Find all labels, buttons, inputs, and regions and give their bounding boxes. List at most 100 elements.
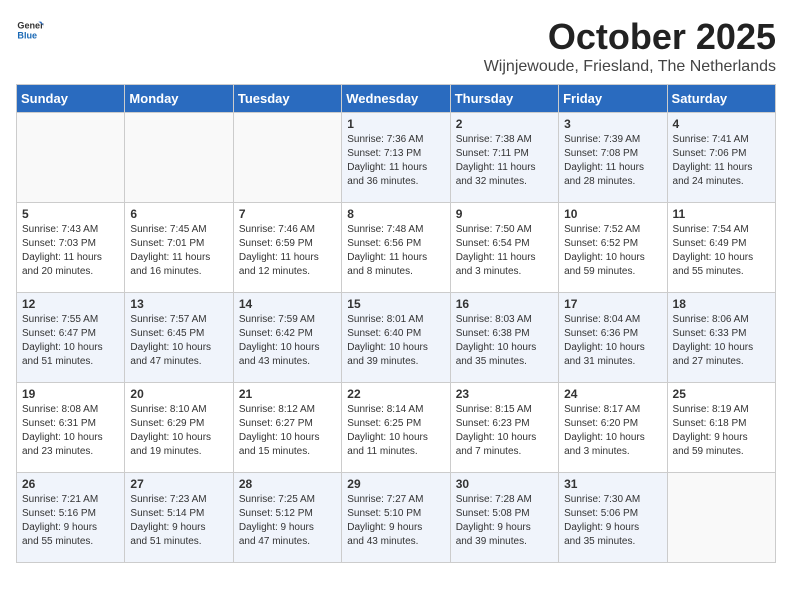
day-number: 13 xyxy=(130,297,227,311)
day-number: 3 xyxy=(564,117,661,131)
day-cell: 17 Sunrise: 8:04 AM Sunset: 6:36 PM Dayli… xyxy=(559,293,667,383)
weekday-header-thursday: Thursday xyxy=(450,85,558,113)
day-number: 9 xyxy=(456,207,553,221)
calendar-table: SundayMondayTuesdayWednesdayThursdayFrid… xyxy=(16,84,776,563)
day-number: 6 xyxy=(130,207,227,221)
day-info: Sunrise: 7:55 AM Sunset: 6:47 PM Dayligh… xyxy=(22,313,119,369)
day-info: Sunrise: 7:41 AM Sunset: 7:06 PM Dayligh… xyxy=(673,133,770,189)
day-number: 2 xyxy=(456,117,553,131)
weekday-header-wednesday: Wednesday xyxy=(342,85,450,113)
logo: General Blue xyxy=(16,16,44,44)
day-info: Sunrise: 7:27 AM Sunset: 5:10 PM Dayligh… xyxy=(347,493,444,549)
day-info: Sunrise: 8:12 AM Sunset: 6:27 PM Dayligh… xyxy=(239,403,336,459)
day-info: Sunrise: 7:23 AM Sunset: 5:14 PM Dayligh… xyxy=(130,493,227,549)
day-info: Sunrise: 7:59 AM Sunset: 6:42 PM Dayligh… xyxy=(239,313,336,369)
day-cell: 12 Sunrise: 7:55 AM Sunset: 6:47 PM Dayli… xyxy=(17,293,125,383)
day-number: 7 xyxy=(239,207,336,221)
day-info: Sunrise: 8:01 AM Sunset: 6:40 PM Dayligh… xyxy=(347,313,444,369)
day-number: 28 xyxy=(239,477,336,491)
day-number: 19 xyxy=(22,387,119,401)
day-number: 5 xyxy=(22,207,119,221)
day-info: Sunrise: 8:08 AM Sunset: 6:31 PM Dayligh… xyxy=(22,403,119,459)
day-number: 17 xyxy=(564,297,661,311)
day-cell: 23Sunrise: 8:15 AM Sunset: 6:23 PM Dayli… xyxy=(450,383,558,473)
day-cell: 22Sunrise: 8:14 AM Sunset: 6:25 PM Dayli… xyxy=(342,383,450,473)
day-cell: 30 Sunrise: 7:28 AM Sunset: 5:08 PM Dayli… xyxy=(450,473,558,563)
week-row-4: 19 Sunrise: 8:08 AM Sunset: 6:31 PM Dayli… xyxy=(17,383,776,473)
day-cell xyxy=(125,113,233,203)
day-cell: 18Sunrise: 8:06 AM Sunset: 6:33 PM Dayli… xyxy=(667,293,775,383)
logo-icon: General Blue xyxy=(16,16,44,44)
day-number: 18 xyxy=(673,297,770,311)
day-cell: 9 Sunrise: 7:50 AM Sunset: 6:54 PM Daylig… xyxy=(450,203,558,293)
day-cell: 24 Sunrise: 8:17 AM Sunset: 6:20 PM Dayli… xyxy=(559,383,667,473)
day-number: 11 xyxy=(673,207,770,221)
svg-text:Blue: Blue xyxy=(17,30,37,40)
day-number: 16 xyxy=(456,297,553,311)
day-number: 1 xyxy=(347,117,444,131)
day-cell: 20 Sunrise: 8:10 AM Sunset: 6:29 PM Dayli… xyxy=(125,383,233,473)
day-info: Sunrise: 8:03 AM Sunset: 6:38 PM Dayligh… xyxy=(456,313,553,369)
day-cell: 29 Sunrise: 7:27 AM Sunset: 5:10 PM Dayli… xyxy=(342,473,450,563)
day-info: Sunrise: 7:38 AM Sunset: 7:11 PM Dayligh… xyxy=(456,133,553,189)
day-info: Sunrise: 7:28 AM Sunset: 5:08 PM Dayligh… xyxy=(456,493,553,549)
day-cell: 5 Sunrise: 7:43 AM Sunset: 7:03 PM Daylig… xyxy=(17,203,125,293)
day-info: Sunrise: 8:14 AM Sunset: 6:25 PM Dayligh… xyxy=(347,403,444,459)
day-number: 24 xyxy=(564,387,661,401)
day-info: Sunrise: 7:50 AM Sunset: 6:54 PM Dayligh… xyxy=(456,223,553,279)
day-info: Sunrise: 8:04 AM Sunset: 6:36 PM Dayligh… xyxy=(564,313,661,369)
day-number: 12 xyxy=(22,297,119,311)
day-info: Sunrise: 7:43 AM Sunset: 7:03 PM Dayligh… xyxy=(22,223,119,279)
day-number: 20 xyxy=(130,387,227,401)
day-cell: 2 Sunrise: 7:38 AM Sunset: 7:11 PM Daylig… xyxy=(450,113,558,203)
day-number: 10 xyxy=(564,207,661,221)
day-info: Sunrise: 7:54 AM Sunset: 6:49 PM Dayligh… xyxy=(673,223,770,279)
day-number: 29 xyxy=(347,477,444,491)
day-cell: 3 Sunrise: 7:39 AM Sunset: 7:08 PM Daylig… xyxy=(559,113,667,203)
day-info: Sunrise: 7:46 AM Sunset: 6:59 PM Dayligh… xyxy=(239,223,336,279)
day-cell xyxy=(233,113,341,203)
header: General Blue October 2025 Wijnjewoude, F… xyxy=(16,16,776,76)
day-info: Sunrise: 7:36 AM Sunset: 7:13 PM Dayligh… xyxy=(347,133,444,189)
weekday-header-sunday: Sunday xyxy=(17,85,125,113)
week-row-5: 26Sunrise: 7:21 AM Sunset: 5:16 PM Dayli… xyxy=(17,473,776,563)
day-info: Sunrise: 8:10 AM Sunset: 6:29 PM Dayligh… xyxy=(130,403,227,459)
month-title: October 2025 xyxy=(484,16,776,58)
day-info: Sunrise: 8:17 AM Sunset: 6:20 PM Dayligh… xyxy=(564,403,661,459)
day-number: 4 xyxy=(673,117,770,131)
day-cell: 27 Sunrise: 7:23 AM Sunset: 5:14 PM Dayli… xyxy=(125,473,233,563)
week-row-2: 5 Sunrise: 7:43 AM Sunset: 7:03 PM Daylig… xyxy=(17,203,776,293)
day-cell: 14 Sunrise: 7:59 AM Sunset: 6:42 PM Dayli… xyxy=(233,293,341,383)
day-info: Sunrise: 7:52 AM Sunset: 6:52 PM Dayligh… xyxy=(564,223,661,279)
day-number: 30 xyxy=(456,477,553,491)
day-cell: 26Sunrise: 7:21 AM Sunset: 5:16 PM Dayli… xyxy=(17,473,125,563)
day-number: 15 xyxy=(347,297,444,311)
week-row-3: 12 Sunrise: 7:55 AM Sunset: 6:47 PM Dayli… xyxy=(17,293,776,383)
day-cell: 4 Sunrise: 7:41 AM Sunset: 7:06 PM Daylig… xyxy=(667,113,775,203)
weekday-header-saturday: Saturday xyxy=(667,85,775,113)
location-title: Wijnjewoude, Friesland, The Netherlands xyxy=(484,58,776,76)
week-row-1: 1 Sunrise: 7:36 AM Sunset: 7:13 PM Daylig… xyxy=(17,113,776,203)
day-cell: 7 Sunrise: 7:46 AM Sunset: 6:59 PM Daylig… xyxy=(233,203,341,293)
day-number: 14 xyxy=(239,297,336,311)
day-number: 21 xyxy=(239,387,336,401)
day-cell xyxy=(17,113,125,203)
day-info: Sunrise: 7:57 AM Sunset: 6:45 PM Dayligh… xyxy=(130,313,227,369)
day-number: 25 xyxy=(673,387,770,401)
day-cell: 16 Sunrise: 8:03 AM Sunset: 6:38 PM Dayli… xyxy=(450,293,558,383)
day-cell: 19 Sunrise: 8:08 AM Sunset: 6:31 PM Dayli… xyxy=(17,383,125,473)
day-info: Sunrise: 8:19 AM Sunset: 6:18 PM Dayligh… xyxy=(673,403,770,459)
day-cell: 31Sunrise: 7:30 AM Sunset: 5:06 PM Dayli… xyxy=(559,473,667,563)
day-cell: 28Sunrise: 7:25 AM Sunset: 5:12 PM Dayli… xyxy=(233,473,341,563)
title-area: October 2025 Wijnjewoude, Friesland, The… xyxy=(484,16,776,76)
day-info: Sunrise: 8:15 AM Sunset: 6:23 PM Dayligh… xyxy=(456,403,553,459)
day-cell: 10 Sunrise: 7:52 AM Sunset: 6:52 PM Dayli… xyxy=(559,203,667,293)
day-info: Sunrise: 7:48 AM Sunset: 6:56 PM Dayligh… xyxy=(347,223,444,279)
day-info: Sunrise: 7:39 AM Sunset: 7:08 PM Dayligh… xyxy=(564,133,661,189)
day-info: Sunrise: 7:45 AM Sunset: 7:01 PM Dayligh… xyxy=(130,223,227,279)
day-number: 27 xyxy=(130,477,227,491)
day-cell: 25 Sunrise: 8:19 AM Sunset: 6:18 PM Dayli… xyxy=(667,383,775,473)
weekday-header-tuesday: Tuesday xyxy=(233,85,341,113)
day-cell: 8 Sunrise: 7:48 AM Sunset: 6:56 PM Daylig… xyxy=(342,203,450,293)
day-number: 8 xyxy=(347,207,444,221)
